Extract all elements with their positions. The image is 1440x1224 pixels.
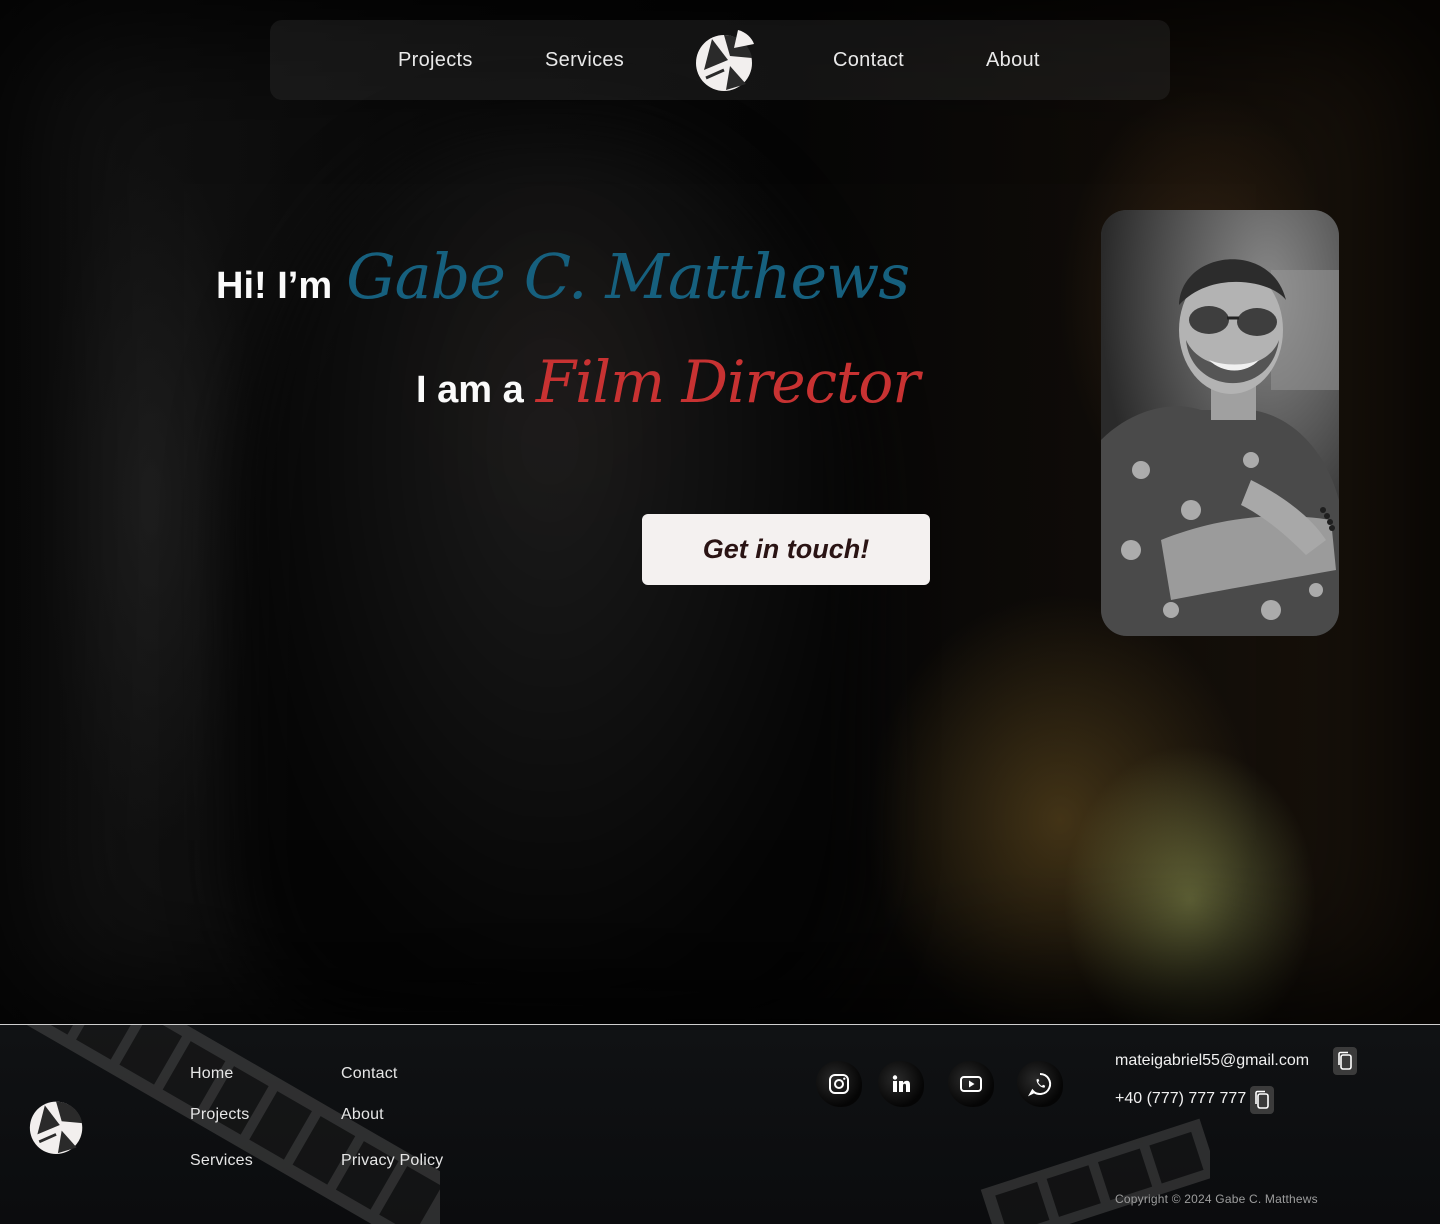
top-navigation: Projects Services Contact About — [270, 20, 1170, 100]
footer-link-home[interactable]: Home — [190, 1065, 233, 1083]
footer-phone: +40 (777) 777 777 — [1115, 1090, 1247, 1107]
footer-email: mateigabriel55@gmail.com — [1115, 1052, 1310, 1069]
footer-link-services[interactable]: Services — [190, 1152, 253, 1170]
aperture-logo-icon[interactable] — [694, 26, 756, 94]
greeting-text: Hi! I’m — [216, 265, 333, 307]
footer-link-privacy-policy[interactable]: Privacy Policy — [341, 1152, 443, 1170]
nav-link-about[interactable]: About — [986, 20, 1040, 100]
hero-name: Gabe C. Matthews — [346, 240, 910, 313]
nav-link-contact[interactable]: Contact — [833, 20, 904, 100]
footer-link-contact[interactable]: Contact — [341, 1065, 398, 1083]
role-prefix: I am a — [416, 369, 524, 411]
linkedin-icon[interactable] — [878, 1061, 924, 1107]
get-in-touch-button[interactable]: Get in touch! — [642, 514, 930, 585]
copy-email-icon[interactable] — [1333, 1047, 1357, 1075]
footer-aperture-logo-icon[interactable] — [28, 1093, 86, 1157]
hero-role: I am a Film Director — [416, 348, 920, 416]
portrait-illustration — [1101, 210, 1339, 636]
whatsapp-icon[interactable] — [1017, 1061, 1063, 1107]
nav-link-services[interactable]: Services — [545, 20, 624, 100]
nav-link-projects[interactable]: Projects — [398, 20, 473, 100]
instagram-icon[interactable] — [816, 1061, 862, 1107]
site-footer: Home Contact Projects About Services Pri… — [0, 1024, 1440, 1224]
role-title: Film Director — [535, 348, 920, 416]
footer-link-projects[interactable]: Projects — [190, 1106, 249, 1124]
copyright-text: Copyright © 2024 Gabe C. Matthews — [1115, 1192, 1318, 1206]
youtube-icon[interactable] — [948, 1061, 994, 1107]
copy-phone-icon[interactable] — [1250, 1086, 1274, 1114]
hero-greeting: Hi! I’m Gabe C. Matthews — [216, 240, 910, 330]
film-strip-decoration-right — [980, 1118, 1210, 1224]
footer-link-about[interactable]: About — [341, 1106, 384, 1124]
portrait-photo — [1101, 210, 1339, 636]
